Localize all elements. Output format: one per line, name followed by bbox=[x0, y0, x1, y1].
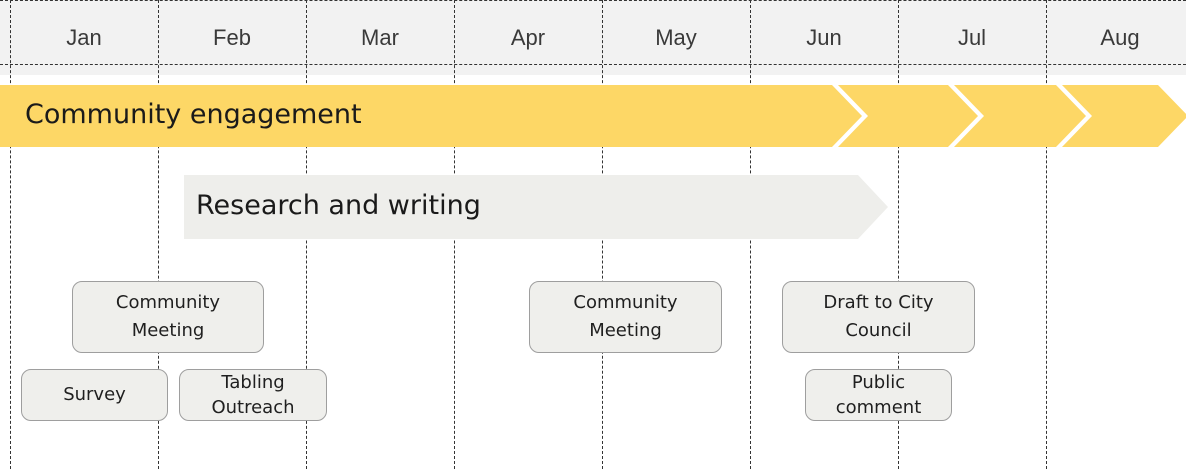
survey-text: Survey bbox=[63, 384, 126, 405]
tabling-outreach-text: Tabling Outreach bbox=[211, 372, 295, 418]
draft-to-council-event: Draft to City Council bbox=[782, 281, 975, 353]
survey-event: Survey bbox=[21, 369, 168, 421]
research-writing-label: Research and writing bbox=[196, 190, 481, 221]
community-meeting-jan-text: Community Meeting bbox=[115, 292, 221, 341]
community-engagement-label: Community engagement bbox=[25, 99, 362, 130]
draft-to-council-text: Draft to City Council bbox=[823, 292, 934, 341]
community-meeting-apr-event: Community Meeting bbox=[529, 281, 722, 353]
community-meeting-apr-text: Community Meeting bbox=[573, 292, 678, 341]
public-comment-event: Public comment bbox=[805, 369, 952, 421]
public-comment-text: Public comment bbox=[835, 372, 922, 418]
community-meeting-jan-event: Community Meeting bbox=[72, 281, 264, 353]
timeline-bars bbox=[0, 85, 1186, 239]
tabling-outreach-event: Tabling Outreach bbox=[179, 369, 327, 421]
timeline-canvas: Jan Feb Mar Apr May Jun Jul Aug Communit… bbox=[0, 0, 1186, 469]
